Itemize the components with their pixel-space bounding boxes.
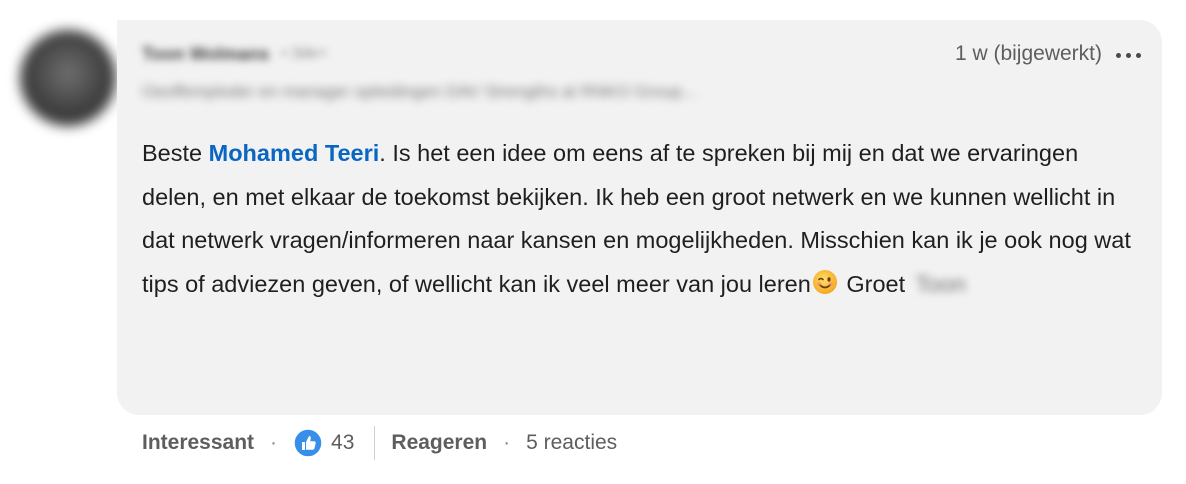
comment-thread: Toon Wolmans • 3de+ Oeoffemploder en man… — [0, 0, 1186, 484]
mention-link[interactable]: Mohamed Teeri — [209, 140, 380, 166]
replies-count[interactable]: 5 reacties — [526, 431, 617, 455]
comment-text-start: Beste — [142, 140, 209, 166]
reaction-count[interactable]: 43 — [331, 431, 354, 455]
comment-text: Beste Mohamed Teeri. Is het een idee om … — [142, 132, 1142, 309]
winking-face-emoji — [812, 266, 838, 310]
author-line[interactable]: Toon Wolmans • 3de+ — [142, 43, 327, 65]
author-headline: Oeoffemploder en manager opleidingen DAV… — [142, 82, 697, 101]
connection-degree: • 3de+ — [281, 45, 328, 62]
react-button[interactable]: Interessant — [142, 431, 254, 455]
comment-actions: Interessant · 43 Reageren · 5 reacties — [142, 425, 617, 461]
more-horizontal-icon — [1115, 52, 1121, 58]
like-thumb-icon[interactable] — [293, 428, 323, 458]
separator-dot: · — [270, 431, 278, 454]
reply-button[interactable]: Reageren — [391, 431, 487, 455]
sign-off-name: Toon — [915, 270, 967, 297]
actions-divider — [374, 426, 376, 460]
comment-timestamp: 1 w (bijgewerkt) — [954, 42, 1102, 65]
sign-off: Groet — [839, 270, 906, 297]
separator-dot-2: · — [503, 431, 511, 454]
author-name[interactable]: Toon Wolmans — [142, 44, 269, 65]
avatar[interactable] — [20, 30, 116, 126]
more-options-button[interactable] — [1110, 40, 1146, 70]
